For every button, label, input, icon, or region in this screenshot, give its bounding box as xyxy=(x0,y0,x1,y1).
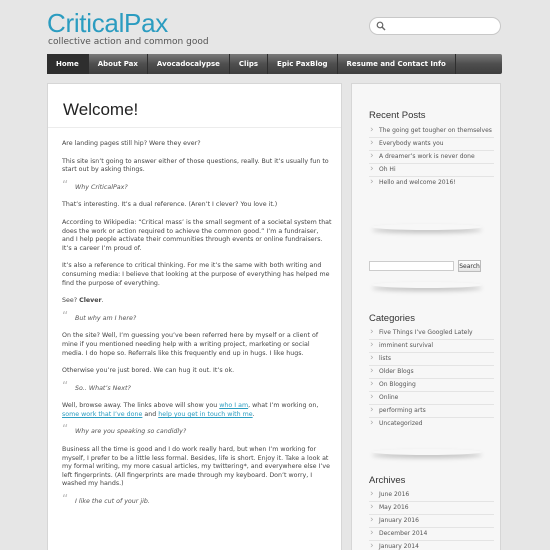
nav-epic-paxblog[interactable]: Epic PaxBlog xyxy=(268,54,338,74)
main-content: Welcome! Are landing pages still hip? We… xyxy=(47,83,342,550)
paragraph: Otherwise you’re just bored. We can hug … xyxy=(62,367,235,375)
sidebar-search-input[interactable] xyxy=(369,261,454,271)
nav-home[interactable]: Home xyxy=(47,54,89,74)
text: . xyxy=(101,297,104,305)
category-link[interactable]: Online xyxy=(369,391,494,404)
title-divider xyxy=(48,127,341,128)
site-description: collective action and common good xyxy=(48,37,209,47)
link-get-in-touch[interactable]: help you get in touch with me xyxy=(158,411,252,418)
categories-title: Categories xyxy=(369,313,415,324)
text: Well, browse away. The links above will … xyxy=(62,402,220,410)
pull-quote: Why CriticalPax? xyxy=(62,181,332,193)
link-who-i-am[interactable]: who I am xyxy=(219,402,248,409)
search-icon xyxy=(376,21,386,31)
archive-link[interactable]: January 2016 xyxy=(369,514,494,527)
nav-resume-contact[interactable]: Resume and Contact Info xyxy=(338,54,456,74)
recent-posts-title: Recent Posts xyxy=(369,110,426,121)
pull-quote: Why are you speaking so candidly? xyxy=(62,426,332,437)
archive-link[interactable]: January 2014 xyxy=(369,540,494,550)
archives-title: Archives xyxy=(369,475,406,486)
paragraph: See? Clever. xyxy=(62,297,332,306)
widget-shadow xyxy=(372,449,482,455)
category-link[interactable]: lists xyxy=(369,352,494,365)
archive-link[interactable]: May 2016 xyxy=(369,501,494,514)
category-link[interactable]: Older Blogs xyxy=(369,365,494,378)
main-nav: Home About Pax Avocadocalypse Clips Epic… xyxy=(47,54,502,74)
paragraph: According to Wikipedia: “Critical mass’ … xyxy=(62,218,332,252)
paragraph: Business all the time is good and I do w… xyxy=(62,446,331,488)
recent-posts-list: The going get tougher on themselves Ever… xyxy=(369,125,494,189)
recent-post-link[interactable]: Hello and welcome 2016! xyxy=(369,176,494,189)
text: and xyxy=(142,410,159,418)
recent-post-link[interactable]: Oh Hi xyxy=(369,163,494,176)
recent-post-link[interactable]: The going get tougher on themselves xyxy=(369,125,494,137)
widget-shadow xyxy=(372,224,482,230)
sidebar-search-button[interactable]: Search xyxy=(458,260,481,272)
widget-shadow xyxy=(372,282,482,288)
nav-clips[interactable]: Clips xyxy=(230,54,269,74)
link-work-done[interactable]: some work that I’ve done xyxy=(62,411,142,418)
text: . xyxy=(252,410,255,418)
post-body: Are landing pages still hip? Were they e… xyxy=(62,140,332,516)
pull-quote: I like the cut of your jib. xyxy=(62,495,332,507)
paragraph: On the site? Well, I’m guessing you’ve b… xyxy=(62,332,319,357)
text: See? xyxy=(62,297,80,305)
archive-link[interactable]: December 2014 xyxy=(369,527,494,540)
category-link[interactable]: performing arts xyxy=(369,404,494,417)
category-link[interactable]: Five Things I’ve Googled Lately xyxy=(369,327,494,339)
paragraph: This site isn’t going to answer either o… xyxy=(62,157,329,174)
paragraph: It’s also a reference to critical thinki… xyxy=(62,262,330,287)
paragraph: Well, browse away. The links above will … xyxy=(62,402,332,419)
pull-quote: So.. What’s Next? xyxy=(62,382,332,394)
category-link[interactable]: On Blogging xyxy=(369,378,494,391)
archive-link[interactable]: June 2016 xyxy=(369,489,494,501)
pull-quote: But why am I here? xyxy=(62,312,332,324)
paragraph: Are landing pages still hip? Were they e… xyxy=(62,140,201,147)
archives-list: June 2016 May 2016 January 2016 December… xyxy=(369,489,494,550)
category-link[interactable]: imminent survival xyxy=(369,339,494,352)
categories-list: Five Things I’ve Googled Lately imminent… xyxy=(369,327,494,430)
recent-post-link[interactable]: A dreamer’s work is never done xyxy=(369,150,494,163)
sidebar: Recent Posts The going get tougher on th… xyxy=(351,83,501,550)
header-search-input[interactable] xyxy=(369,17,501,35)
page-title: Welcome! xyxy=(63,100,139,119)
text: , what I’m working on, xyxy=(248,402,319,410)
category-link[interactable]: Uncategorized xyxy=(369,417,494,430)
recent-post-link[interactable]: Everybody wants you xyxy=(369,137,494,150)
site-title[interactable]: CriticalPax xyxy=(47,8,168,39)
paragraph: That’s interesting. It’s a dual referenc… xyxy=(62,201,278,209)
bold-text: Clever xyxy=(79,297,102,305)
nav-about[interactable]: About Pax xyxy=(89,54,148,74)
nav-avocadocalypse[interactable]: Avocadocalypse xyxy=(148,54,230,74)
